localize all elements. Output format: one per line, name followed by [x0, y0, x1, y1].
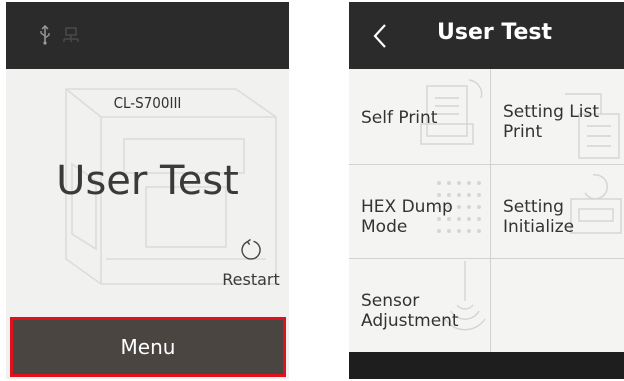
sensor-adjustment-button[interactable]: Sensor Adjustment — [349, 259, 490, 353]
usb-icon — [38, 24, 52, 49]
status-bar — [6, 2, 289, 69]
header-bar: User Test — [349, 2, 624, 69]
bottom-bar — [349, 352, 624, 379]
home-screen: CL-S700III User Test Restart Menu — [6, 2, 289, 379]
restart-label: Restart — [222, 270, 280, 289]
back-icon[interactable] — [369, 22, 393, 50]
printer-model-label: CL-S700III — [113, 94, 182, 112]
setting-initialize-button[interactable]: Setting Initialize — [491, 165, 624, 259]
restart-button[interactable]: Restart — [218, 238, 284, 298]
hex-dump-mode-label: HEX Dump Mode — [361, 197, 453, 237]
setting-list-print-button[interactable]: Setting List Print — [491, 70, 624, 164]
hex-dump-mode-button[interactable]: HEX Dump Mode — [349, 165, 490, 259]
self-print-label: Self Print — [361, 108, 438, 128]
self-print-button[interactable]: Self Print — [349, 70, 490, 164]
sensor-adjustment-label: Sensor Adjustment — [361, 291, 459, 331]
user-test-screen: User Test Self Print Setting List Print … — [349, 2, 624, 379]
setting-initialize-label: Setting Initialize — [503, 197, 575, 237]
page-title: User Test — [56, 158, 239, 204]
restart-icon — [241, 238, 261, 260]
setting-list-print-label: Setting List Print — [503, 102, 599, 142]
menu-button[interactable]: Menu — [10, 317, 286, 377]
network-icon — [62, 25, 80, 49]
header-title: User Test — [437, 20, 553, 45]
